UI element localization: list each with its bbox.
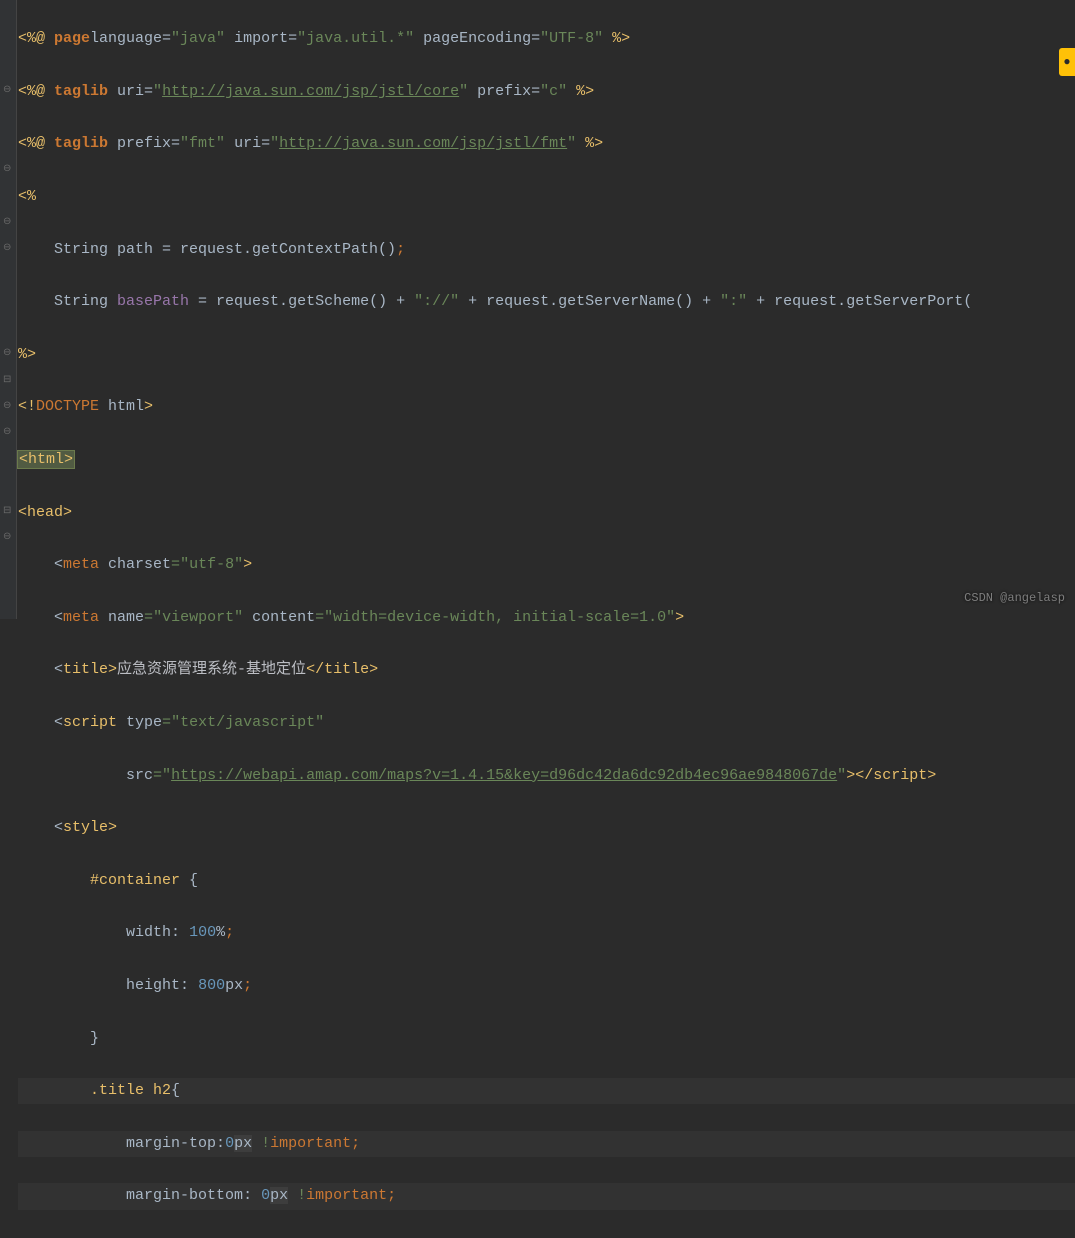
fold-marker-icon[interactable]: ⊖ (3, 428, 13, 438)
code-line[interactable]: } (18, 1026, 1075, 1052)
code-line[interactable]: height: 800px; (18, 973, 1075, 999)
fold-marker-icon[interactable]: ⊟ (3, 376, 13, 386)
code-line[interactable]: <meta charset="utf-8"> (18, 552, 1075, 578)
code-line[interactable]: } (18, 1236, 1075, 1238)
code-line[interactable]: <!DOCTYPE html> (18, 394, 1075, 420)
fold-marker-icon[interactable]: ⊖ (3, 349, 13, 359)
code-line[interactable]: <style> (18, 815, 1075, 841)
code-line[interactable]: <head> (18, 500, 1075, 526)
code-line[interactable]: <meta name="viewport" content="width=dev… (18, 605, 1075, 631)
code-line[interactable]: <%@ taglib prefix="fmt" uri="http://java… (18, 131, 1075, 157)
editor-gutter: ⊖ ⊖ ⊖ ⊖ ⊖ ⊟ ⊖ ⊖ ⊟ ⊖ (0, 0, 17, 619)
fold-marker-icon[interactable]: ⊖ (3, 533, 13, 543)
code-line[interactable]: <html> (18, 447, 1075, 473)
fold-marker-icon[interactable]: ⊖ (3, 218, 13, 228)
fold-marker-icon[interactable]: ⊖ (3, 402, 13, 412)
code-line[interactable]: #container { (18, 868, 1075, 894)
code-line[interactable]: margin-bottom: 0px !important; (18, 1183, 1075, 1209)
code-line[interactable]: src="https://webapi.amap.com/maps?v=1.4.… (18, 763, 1075, 789)
code-line[interactable]: String basePath = request.getScheme() + … (18, 289, 1075, 315)
code-line[interactable]: <script type="text/javascript" (18, 710, 1075, 736)
watermark-text: CSDN @angelasp (964, 585, 1065, 611)
html-open-tag: <html> (18, 451, 74, 468)
code-line[interactable]: width: 100%; (18, 920, 1075, 946)
browser-notification-icon[interactable]: ● (1059, 48, 1075, 76)
code-editor-content[interactable]: <%@ pagelanguage="java" import="java.uti… (18, 0, 1075, 1238)
code-line-current[interactable]: margin-top:0px !important; (18, 1131, 1075, 1157)
fold-marker-icon[interactable]: ⊖ (3, 244, 13, 254)
code-line[interactable]: <% (18, 184, 1075, 210)
jsp-directive: page (54, 30, 90, 47)
fold-marker-icon[interactable]: ⊖ (3, 165, 13, 175)
fold-marker-icon[interactable]: ⊖ (3, 86, 13, 96)
fold-marker-icon[interactable]: ⊟ (3, 507, 13, 517)
code-line[interactable]: <%@ pagelanguage="java" import="java.uti… (18, 26, 1075, 52)
code-line[interactable]: String path = request.getContextPath(); (18, 237, 1075, 263)
code-line[interactable]: .title h2{ (18, 1078, 1075, 1104)
code-line[interactable]: %> (18, 342, 1075, 368)
code-line[interactable]: <%@ taglib uri="http://java.sun.com/jsp/… (18, 79, 1075, 105)
code-line[interactable]: <title>应急资源管理系统-基地定位</title> (18, 657, 1075, 683)
